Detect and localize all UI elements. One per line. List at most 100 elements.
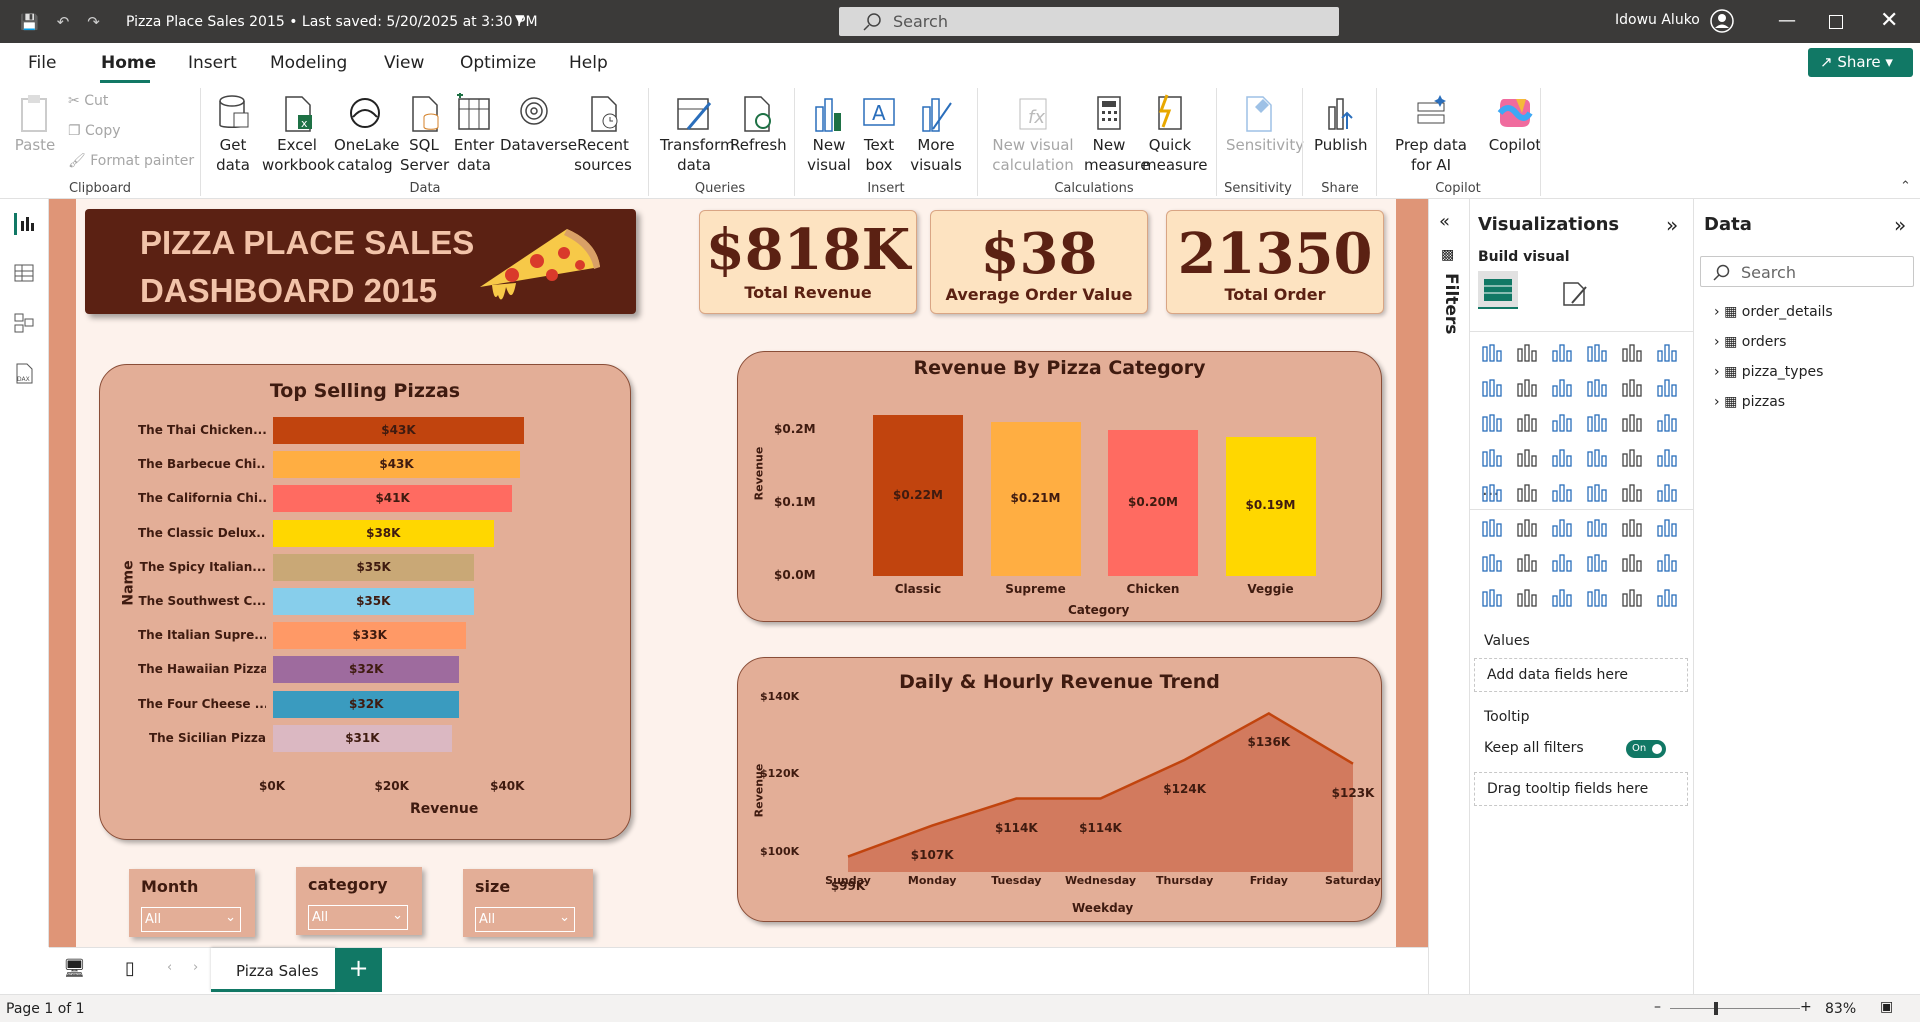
zoom-out-icon[interactable]: – [1654,999,1661,1015]
visual-type-icon[interactable] [1550,516,1574,540]
visual-type-icon[interactable] [1515,481,1539,505]
zoom-slider[interactable] [1670,1002,1800,1015]
visual-type-icon[interactable] [1585,586,1609,610]
visual-type-icon[interactable] [1655,411,1679,435]
prep-data-button[interactable]: Prep data for AI [1386,93,1476,175]
transform-data-button[interactable]: Transform data [660,93,735,175]
visual-type-icon[interactable] [1480,586,1504,610]
visual-type-icon[interactable] [1480,446,1504,470]
visual-type-icon[interactable] [1655,586,1679,610]
visual-type-icon[interactable] [1550,551,1574,575]
visual-type-icon[interactable] [1655,516,1679,540]
model-view-icon[interactable] [14,313,36,335]
revenue-by-category-chart[interactable]: Revenue By Pizza Category Revenue Catego… [737,351,1382,622]
visual-type-icon[interactable] [1620,586,1644,610]
values-field-well[interactable]: Add data fields here [1474,658,1688,692]
visual-type-icon[interactable] [1620,481,1644,505]
visual-type-icon[interactable] [1585,376,1609,400]
visual-type-icon[interactable] [1550,586,1574,610]
visual-type-icon[interactable] [1480,551,1504,575]
next-page-icon[interactable]: › [193,960,198,975]
visual-type-icon[interactable] [1585,516,1609,540]
zoom-in-icon[interactable]: + [1800,999,1812,1015]
visual-type-icon[interactable] [1655,376,1679,400]
visual-type-icon[interactable] [1620,376,1644,400]
visual-type-icon[interactable] [1550,376,1574,400]
tab-pizza-sales[interactable]: Pizza Sales [211,948,336,992]
menu-insert[interactable]: Insert [188,53,237,73]
sensitivity-button[interactable]: Sensitivity [1226,93,1304,155]
visual-type-icon[interactable] [1515,376,1539,400]
visual-type-icon[interactable] [1620,341,1644,365]
table-pizzas[interactable]: › ▦ pizzas [1714,394,1785,410]
visual-type-icon[interactable] [1550,446,1574,470]
expand-icon[interactable]: » [1666,213,1678,237]
category-dropdown[interactable]: All ⌄ [308,905,408,930]
expand-icon[interactable]: » [1894,213,1906,237]
visual-type-icon[interactable] [1480,516,1504,540]
keep-filters-toggle[interactable]: On [1626,740,1666,758]
visual-type-icon[interactable] [1620,551,1644,575]
menu-file[interactable]: File [28,53,56,73]
daily-revenue-trend-chart[interactable]: Daily & Hourly Revenue Trend Revenue Wee… [737,657,1382,922]
avatar[interactable] [1710,9,1735,34]
quick-measure-button[interactable]: Quick measure [1142,93,1207,175]
mobile-layout-icon[interactable]: ▯ [125,958,135,979]
close-button[interactable]: ✕ [1880,8,1898,33]
visual-type-icon[interactable] [1515,516,1539,540]
format-visual-tab[interactable] [1560,279,1590,313]
top-selling-pizzas-chart[interactable]: Top Selling Pizzas Name Revenue The Thai… [99,364,631,840]
publish-button[interactable]: Publish [1314,93,1367,155]
menu-optimize[interactable]: Optimize [460,53,536,73]
visual-type-icon[interactable] [1480,376,1504,400]
visual-type-icon[interactable] [1515,411,1539,435]
new-visual-button[interactable]: New visual [806,93,852,175]
visual-type-icon[interactable] [1585,411,1609,435]
fit-to-page-icon[interactable]: ▣ [1880,999,1893,1015]
menu-home[interactable]: Home [101,53,156,73]
share-button[interactable]: ↗ Share ▾ [1808,48,1913,77]
new-measure-button[interactable]: New measure [1084,93,1149,175]
month-dropdown[interactable]: All ⌄ [141,907,241,932]
menu-modeling[interactable]: Modeling [270,53,347,73]
prev-page-icon[interactable]: ‹ [167,960,172,975]
visual-type-icon[interactable] [1550,481,1574,505]
build-visual-tab[interactable] [1478,271,1518,309]
undo-icon[interactable]: ↶ [57,13,70,31]
minimize-button[interactable]: — [1778,10,1796,31]
visual-type-icon[interactable] [1655,551,1679,575]
table-view-icon[interactable] [14,263,36,285]
table-pizza-types[interactable]: › ▦ pizza_types [1714,364,1823,380]
copy-button[interactable]: ❐ Copy [68,123,121,139]
chevron-right-icon[interactable]: › [1714,394,1720,410]
visual-type-icon[interactable] [1550,341,1574,365]
refresh-button[interactable]: Refresh [730,93,787,155]
text-box-button[interactable]: A Text box [856,93,902,175]
add-page-button[interactable]: + [335,948,382,992]
filters-pane[interactable]: « ▩ Filters [1428,199,1470,994]
desktop-layout-icon[interactable]: 🖥 [63,958,86,979]
visual-type-icon[interactable] [1515,586,1539,610]
visual-type-icon[interactable] [1655,446,1679,470]
visual-type-icon[interactable] [1585,481,1609,505]
report-view-icon[interactable] [14,213,36,235]
redo-icon[interactable]: ↷ [87,13,100,31]
maximize-button[interactable] [1829,15,1843,29]
visual-type-icon[interactable] [1585,341,1609,365]
search-input[interactable]: Search [839,7,1339,36]
collapse-ribbon-icon[interactable]: ⌃ [1900,179,1911,194]
size-slicer[interactable]: size All ⌄ [463,869,593,937]
excel-button[interactable]: x Excel workbook [262,93,335,175]
visual-type-icon[interactable] [1620,446,1644,470]
category-slicer[interactable]: category All ⌄ [296,867,422,935]
visual-type-icon[interactable] [1515,551,1539,575]
cut-button[interactable]: ✂ Cut [68,93,108,109]
chevron-right-icon[interactable]: › [1714,304,1720,320]
visual-type-icon[interactable] [1585,551,1609,575]
data-search-input[interactable]: Search [1700,256,1914,287]
visual-type-icon[interactable] [1550,411,1574,435]
size-dropdown[interactable]: All ⌄ [475,907,575,932]
month-slicer[interactable]: Month All ⌄ [129,869,255,937]
visual-type-icon[interactable] [1620,411,1644,435]
recent-sources-button[interactable]: Recent sources [570,93,636,175]
